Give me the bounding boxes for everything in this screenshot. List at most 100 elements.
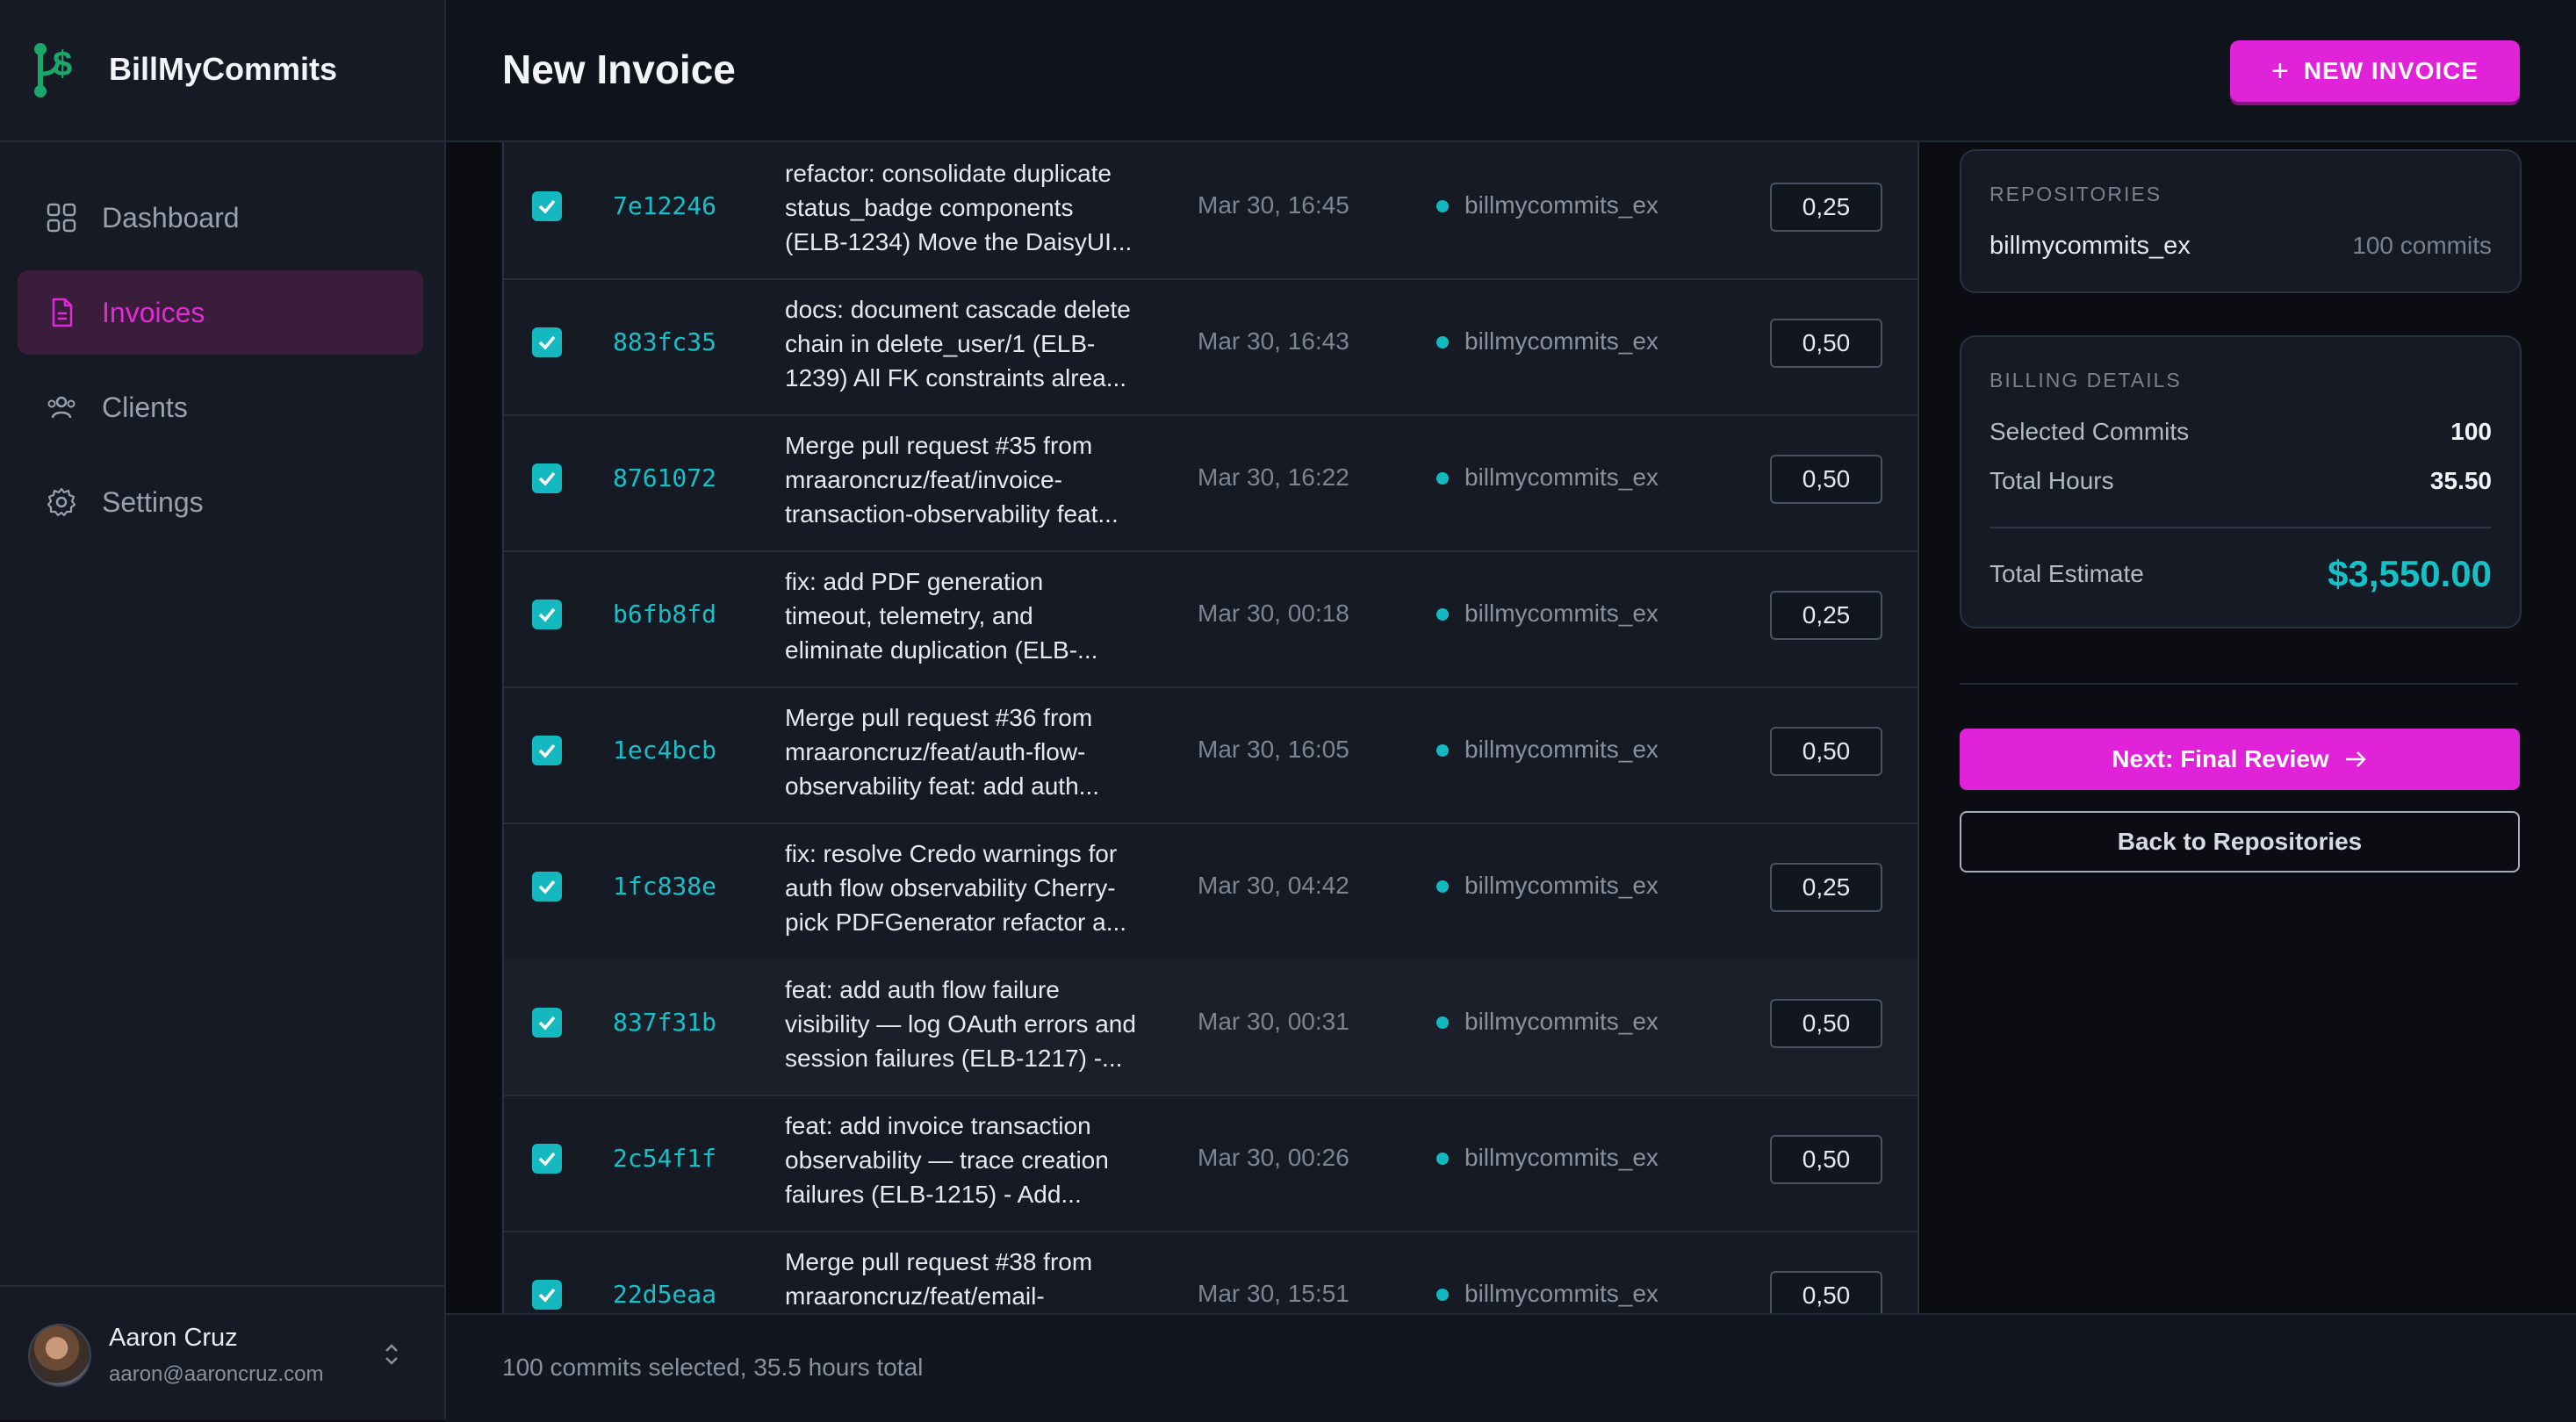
- row-checkbox[interactable]: [532, 463, 562, 493]
- commit-message: fix: add PDF generation timeout, telemet…: [785, 568, 1098, 664]
- check-icon: [538, 1152, 556, 1167]
- row-checkbox[interactable]: [532, 1280, 562, 1310]
- selection-footer: 100 commits selected, 35.5 hours total: [446, 1313, 2576, 1422]
- hours-input[interactable]: 0,50: [1770, 999, 1882, 1048]
- sidebar-item-invoices[interactable]: Invoices: [18, 270, 423, 355]
- gear-icon: [47, 487, 76, 517]
- table-row[interactable]: 837f31b feat: add auth flow failure visi…: [504, 959, 1918, 1096]
- commit-message: refactor: consolidate duplicate status_b…: [785, 160, 1133, 255]
- commit-hash[interactable]: 837f31b: [613, 1008, 716, 1037]
- row-checkbox[interactable]: [532, 600, 562, 629]
- document-icon: [52, 298, 73, 327]
- repo-dot: [1436, 472, 1449, 485]
- hours-input[interactable]: 0,25: [1770, 183, 1882, 232]
- sidebar-item-settings[interactable]: Settings: [18, 460, 423, 544]
- commit-date: Mar 30, 16:45: [1198, 191, 1349, 219]
- commit-hash[interactable]: 1ec4bcb: [613, 736, 716, 765]
- table-row[interactable]: 22d5eaa Merge pull request #38 from mraa…: [504, 1231, 1918, 1313]
- back-to-repositories-button[interactable]: Back to Repositories: [1960, 811, 2520, 873]
- row-checkbox[interactable]: [532, 1144, 562, 1174]
- commit-message: Merge pull request #36 from mraaroncruz/…: [785, 704, 1099, 800]
- commit-date: Mar 30, 16:22: [1198, 463, 1349, 491]
- sidebar-item-label: Invoices: [102, 296, 205, 328]
- divider: [1990, 527, 2492, 528]
- table-row[interactable]: 1fc838e fix: resolve Credo warnings for …: [504, 822, 1918, 960]
- commit-hash[interactable]: b6fb8fd: [613, 600, 716, 628]
- repo-dot: [1436, 200, 1449, 212]
- next-final-review-button[interactable]: Next: Final Review: [1960, 729, 2520, 790]
- new-invoice-label: NEW INVOICE: [2303, 57, 2479, 84]
- sidebar-item-label: Clients: [102, 391, 188, 423]
- commit-hash[interactable]: 2c54f1f: [613, 1144, 716, 1173]
- back-button-label: Back to Repositories: [2117, 828, 2363, 855]
- repo-dot: [1436, 1016, 1449, 1029]
- svg-text:$: $: [53, 45, 72, 83]
- commit-hash[interactable]: 22d5eaa: [613, 1280, 716, 1309]
- sidebar-item-dashboard[interactable]: Dashboard: [18, 176, 423, 260]
- repository-name: billmycommits_ex: [1990, 232, 2191, 260]
- logo-icon: $: [34, 43, 72, 97]
- user-name: Aaron Cruz: [109, 1324, 238, 1352]
- hours-input[interactable]: 0,50: [1770, 455, 1882, 504]
- selected-commits-label: Selected Commits: [1990, 418, 2190, 445]
- commit-message: fix: resolve Credo warnings for auth flo…: [785, 840, 1127, 936]
- commit-hash[interactable]: 1fc838e: [613, 872, 716, 901]
- commit-message: Merge pull request #35 from mraaroncruz/…: [785, 432, 1119, 528]
- total-hours-value: 35.50: [2429, 467, 2492, 494]
- hours-input[interactable]: 0,50: [1770, 727, 1882, 776]
- chevron-up-down-icon[interactable]: [379, 1339, 404, 1369]
- commit-hash[interactable]: 7e12246: [613, 191, 716, 220]
- row-checkbox[interactable]: [532, 191, 562, 221]
- commit-message: feat: add auth flow failure visibility —…: [785, 976, 1136, 1072]
- repositories-label: REPOSITORIES: [1990, 183, 2162, 205]
- users-icon: [47, 396, 76, 419]
- commit-date: Mar 30, 00:18: [1198, 600, 1349, 627]
- total-estimate-label: Total Estimate: [1990, 560, 2144, 587]
- next-button-label: Next: Final Review: [2112, 745, 2329, 772]
- repo-dot: [1436, 1153, 1449, 1165]
- repo-dot: [1436, 336, 1449, 348]
- hours-input[interactable]: 0,25: [1770, 863, 1882, 912]
- commit-repo: billmycommits_ex: [1464, 463, 1659, 491]
- table-row[interactable]: 8761072 Merge pull request #35 from mraa…: [504, 414, 1918, 552]
- repositories-card: REPOSITORIES billmycommits_ex 100 commit…: [1960, 149, 2522, 293]
- check-icon: [538, 471, 556, 486]
- new-invoice-button[interactable]: + NEW INVOICE: [2230, 40, 2520, 102]
- commit-hash[interactable]: 883fc35: [613, 327, 716, 356]
- table-row[interactable]: 883fc35 docs: document cascade delete ch…: [504, 278, 1918, 416]
- table-row[interactable]: 7e12246 refactor: consolidate duplicate …: [504, 142, 1918, 280]
- commit-repo: billmycommits_ex: [1464, 600, 1659, 627]
- repo-dot: [1436, 880, 1449, 893]
- table-row[interactable]: 1ec4bcb Merge pull request #36 from mraa…: [504, 686, 1918, 824]
- check-icon: [538, 743, 556, 758]
- commit-repo: billmycommits_ex: [1464, 872, 1659, 899]
- hours-input[interactable]: 0,25: [1770, 591, 1882, 640]
- hours-input[interactable]: 0,50: [1770, 1135, 1882, 1184]
- user-menu[interactable]: Aaron Cruz aaron@aaroncruz.com: [0, 1285, 444, 1422]
- commit-message: Merge pull request #38 from mraaroncruz/…: [785, 1248, 1093, 1310]
- row-checkbox[interactable]: [532, 736, 562, 765]
- row-checkbox[interactable]: [532, 872, 562, 901]
- commit-date: Mar 30, 00:31: [1198, 1008, 1349, 1035]
- hours-input[interactable]: 0,50: [1770, 319, 1882, 368]
- brand: $ BillMyCommits: [0, 0, 444, 142]
- commit-repo: billmycommits_ex: [1464, 191, 1659, 219]
- table-row[interactable]: b6fb8fd fix: add PDF generation timeout,…: [504, 550, 1918, 688]
- row-checkbox[interactable]: [532, 1008, 562, 1038]
- commit-repo: billmycommits_ex: [1464, 1008, 1659, 1035]
- avatar: [28, 1324, 91, 1387]
- sidebar-item-label: Settings: [102, 485, 204, 518]
- page-title: New Invoice: [502, 47, 736, 92]
- total-hours-label: Total Hours: [1990, 467, 2114, 494]
- sidebar-item-label: Dashboard: [102, 201, 240, 233]
- commit-hash[interactable]: 8761072: [613, 463, 716, 492]
- repo-dot: [1436, 1289, 1449, 1301]
- table-row[interactable]: 2c54f1f feat: add invoice transaction ob…: [504, 1095, 1918, 1232]
- sidebar-item-clients[interactable]: Clients: [18, 365, 423, 449]
- row-checkbox[interactable]: [532, 327, 562, 357]
- plus-icon: +: [2270, 54, 2290, 88]
- selection-summary: 100 commits selected, 35.5 hours total: [502, 1354, 924, 1381]
- commit-date: Mar 30, 15:51: [1198, 1280, 1349, 1307]
- commits-table[interactable]: 7e12246 refactor: consolidate duplicate …: [502, 142, 1919, 1313]
- hours-input[interactable]: 0,50: [1770, 1271, 1882, 1313]
